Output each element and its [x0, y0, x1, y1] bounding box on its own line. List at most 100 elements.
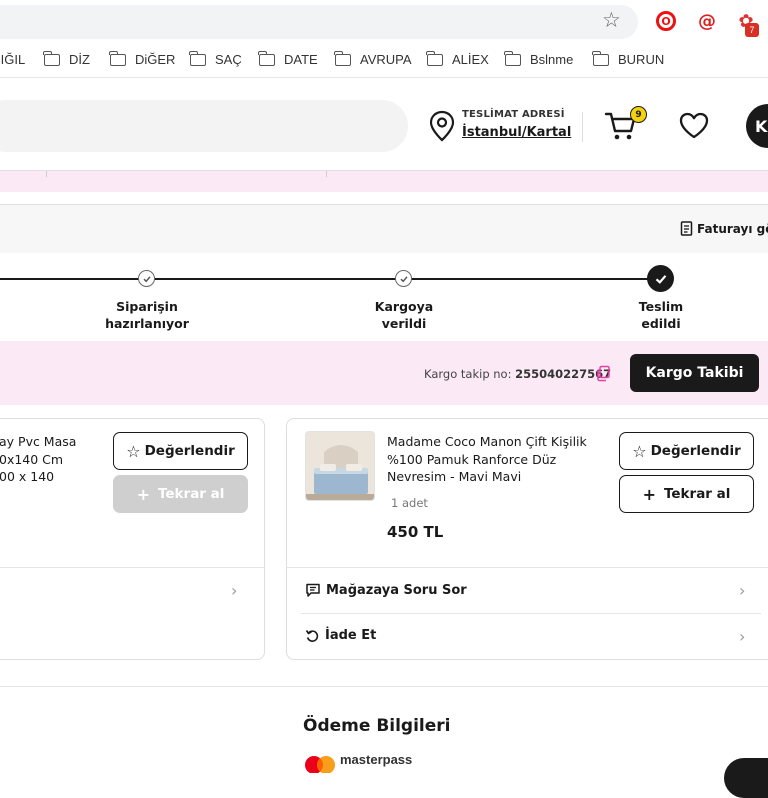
- step-done-dot: [138, 270, 155, 287]
- product-name-line: %100 Pamuk Ranforce Düz: [387, 451, 557, 467]
- browser-toolbar: ☆ O @ ✿ 7: [0, 0, 768, 44]
- chat-icon: [306, 583, 320, 597]
- bookmarks-bar: SIĞIL DİZ DiĞER SAÇ DATE AVRUPA ALİEX Bs…: [0, 44, 768, 78]
- view-invoice-link[interactable]: Faturayı gör: [680, 221, 768, 236]
- product-price: 450 TL: [387, 523, 444, 541]
- search-input[interactable]: [0, 100, 408, 152]
- order-header-row: Faturayı gör: [0, 205, 768, 253]
- plus-icon: +: [136, 484, 150, 504]
- bookmark-bslnme[interactable]: Bslnme: [504, 50, 574, 67]
- at-extension-icon[interactable]: @: [696, 10, 718, 32]
- card-divider: [287, 567, 768, 568]
- rate-button[interactable]: ☆ Değerlendir: [113, 432, 248, 470]
- bookmark-label: ALİEX: [452, 52, 489, 67]
- bookmark-date[interactable]: DATE: [258, 50, 318, 67]
- return-icon: [305, 630, 319, 642]
- return-link[interactable]: İade Et: [305, 628, 376, 643]
- payment-provider: masterpass: [340, 752, 413, 767]
- folder-icon: [258, 50, 275, 66]
- strip-divider: [326, 171, 327, 177]
- bookmark-avrupa[interactable]: AVRUPA: [334, 50, 412, 67]
- bookmark-label: DiĞER: [135, 52, 176, 67]
- reorder-button-label: Tekrar al: [663, 486, 731, 502]
- bookmark-label: AVRUPA: [360, 52, 412, 67]
- rate-button[interactable]: ☆ Değerlendir: [619, 432, 754, 470]
- cart-count-badge: 9: [630, 106, 647, 123]
- product-name[interactable]: ay Pvc Masa 0x140 Cm 00 x 140: [0, 433, 76, 486]
- card-divider: [0, 567, 264, 568]
- chat-widget-button[interactable]: [724, 758, 768, 798]
- product-card: Madame Coco Manon Çift Kişilik %100 Pamu…: [286, 418, 768, 660]
- reorder-button[interactable]: + Tekrar al: [619, 475, 754, 513]
- folder-icon: [334, 50, 351, 66]
- delivery-address-title: TESLİMAT ADRESİ: [462, 109, 565, 120]
- step-label-line: Teslim: [638, 299, 684, 314]
- bedding-product-image: [306, 432, 374, 500]
- step-label-line: Kargoya: [374, 299, 434, 314]
- rate-button-label: Değerlendir: [144, 443, 235, 459]
- payment-info-title: Ödeme Bilgileri: [303, 716, 451, 736]
- ask-seller-label: Mağazaya Soru Sor: [326, 582, 467, 598]
- folder-icon: [43, 50, 60, 66]
- bookmark-sac[interactable]: SAÇ: [189, 50, 242, 67]
- chevron-right-icon[interactable]: ›: [739, 581, 745, 600]
- bookmark-label: DİZ: [69, 52, 90, 67]
- product-name-line: ay Pvc Masa: [0, 434, 77, 449]
- header-divider: [582, 112, 583, 142]
- location-pin-icon: [429, 110, 455, 142]
- check-icon: [399, 275, 408, 282]
- product-thumbnail[interactable]: [305, 431, 375, 501]
- copy-icon[interactable]: [595, 365, 611, 382]
- cargo-tracking-strip: Kargo takip no: 255040227567 Kargo Takib…: [0, 341, 768, 405]
- product-name[interactable]: Madame Coco Manon Çift Kişilik %100 Pamu…: [387, 433, 587, 486]
- folder-icon: [426, 50, 443, 66]
- progress-line: [0, 278, 660, 280]
- step-label-shipped: Kargoya verildi: [334, 298, 474, 332]
- plus-icon: +: [642, 484, 656, 504]
- product-name-line: 00 x 140: [0, 469, 55, 484]
- bookmark-label: SIĞIL: [0, 52, 26, 67]
- site-header: TESLİMAT ADRESİ İstanbul/Kartal 9 K: [0, 82, 768, 170]
- address-bar[interactable]: [0, 5, 638, 39]
- reorder-button-disabled: + Tekrar al: [113, 475, 248, 513]
- bookmark-burun[interactable]: BURUN: [592, 50, 665, 67]
- cargo-label: Kargo takip no:: [424, 367, 512, 381]
- heart-icon[interactable]: [678, 111, 710, 139]
- cargo-tracking-button[interactable]: Kargo Takibi: [630, 354, 759, 392]
- product-card: ay Pvc Masa 0x140 Cm 00 x 140 ☆ Değerlen…: [0, 418, 265, 660]
- masterpass-logo-icon: [305, 756, 335, 773]
- chevron-right-icon[interactable]: ›: [231, 581, 237, 600]
- opera-extension-icon[interactable]: O: [656, 11, 676, 31]
- bookmark-diz[interactable]: DİZ: [43, 50, 90, 67]
- delivery-address-city[interactable]: İstanbul/Kartal: [462, 125, 571, 140]
- product-name-line: 0x140 Cm: [0, 451, 64, 467]
- star-outline-icon: ☆: [126, 441, 141, 461]
- step-done-dot: [395, 270, 412, 287]
- cargo-tracking-info: Kargo takip no: 255040227567: [424, 367, 611, 381]
- bookmark-label: Bslnme: [530, 52, 574, 67]
- bookmark-sigil[interactable]: SIĞIL: [0, 52, 25, 67]
- check-icon: [142, 275, 151, 282]
- star-icon[interactable]: ☆: [602, 8, 621, 32]
- ask-seller-link[interactable]: Mağazaya Soru Sor: [305, 582, 467, 598]
- bookmark-label: BURUN: [618, 52, 665, 67]
- section-divider: [0, 686, 768, 687]
- bookmark-aliex[interactable]: ALİEX: [426, 50, 489, 67]
- user-avatar[interactable]: K: [746, 104, 768, 148]
- step-current-dot: [647, 265, 674, 292]
- chevron-right-icon[interactable]: ›: [739, 627, 745, 646]
- step-label-line: hazırlanıyor: [105, 316, 189, 331]
- step-label-delivered: Teslim edildi: [591, 298, 731, 332]
- promo-strip: [0, 170, 768, 192]
- return-label: İade Et: [325, 628, 377, 643]
- step-label-preparing: Siparişin hazırlanıyor: [77, 298, 217, 332]
- bookmark-diger[interactable]: DiĞER: [109, 50, 176, 67]
- document-icon: [680, 221, 693, 236]
- product-name-line: Madame Coco Manon Çift Kişilik: [387, 434, 587, 449]
- product-quantity: 1 adet: [391, 496, 428, 510]
- card-divider: [301, 613, 761, 614]
- strip-divider: [46, 171, 47, 177]
- product-name-line: Nevresim - Mavi Mavi: [387, 469, 522, 484]
- bookmark-label: DATE: [284, 52, 318, 67]
- check-icon: [655, 274, 666, 284]
